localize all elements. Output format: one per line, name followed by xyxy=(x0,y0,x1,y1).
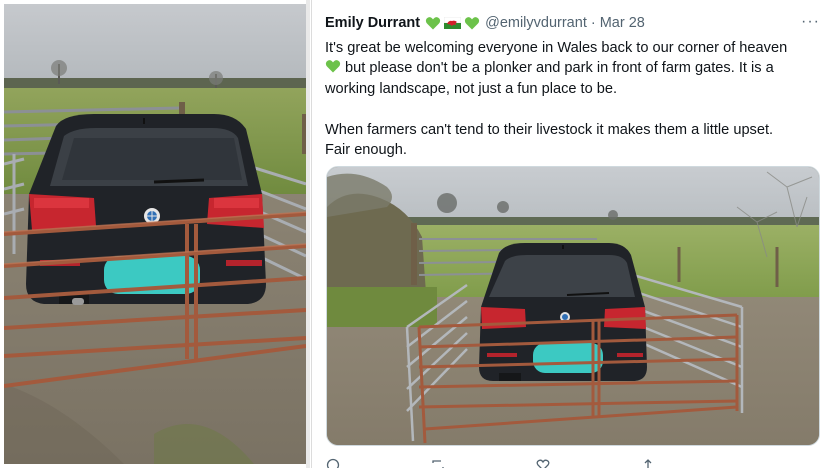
tweet-text-line: but please don't be a plonker and park i… xyxy=(325,58,825,78)
left-photo-image xyxy=(4,4,306,464)
tweet-text-line: working landscape, not just a fun place … xyxy=(325,80,618,97)
wales-flag-icon xyxy=(444,17,462,29)
share-icon xyxy=(644,459,652,468)
like-icon xyxy=(536,459,550,468)
share-button[interactable] xyxy=(641,458,746,468)
tweet-text-line: Fair enough. xyxy=(325,142,407,159)
tweet-date[interactable]: Mar 28 xyxy=(600,15,645,31)
tweet-text-line: When farmers can't tend to their livesto… xyxy=(325,121,774,138)
green-heart-icon xyxy=(425,17,441,30)
retweet-button[interactable] xyxy=(431,458,536,468)
green-heart-icon xyxy=(325,60,341,73)
panel-divider xyxy=(306,0,310,468)
tweet-text-segment: but please don't be a plonker and park i… xyxy=(345,60,774,77)
tweet-card[interactable]: Emily Durrant @emilyvdurrant · Mar 28 ··… xyxy=(311,0,832,468)
author-handle[interactable]: @emilyvdurrant xyxy=(485,15,587,31)
tweet-photo-image xyxy=(327,167,819,445)
retweet-icon xyxy=(432,460,444,468)
tweet-text: It's great be welcoming everyone in Wale… xyxy=(325,38,825,160)
author-name[interactable]: Emily Durrant xyxy=(325,15,420,31)
left-photo xyxy=(4,4,306,464)
tweet-header: Emily Durrant @emilyvdurrant · Mar 28 ··… xyxy=(325,13,820,33)
tweet-actions xyxy=(326,458,746,468)
tweet-text-line: It's great be welcoming everyone in Wale… xyxy=(325,40,788,56)
tweet-media-photo[interactable] xyxy=(326,166,820,446)
more-icon[interactable]: ··· xyxy=(801,13,820,31)
reply-button[interactable] xyxy=(326,458,431,468)
like-button[interactable] xyxy=(536,458,641,468)
separator-dot: · xyxy=(590,15,596,31)
reply-icon xyxy=(326,458,340,468)
green-heart-icon xyxy=(464,17,480,30)
